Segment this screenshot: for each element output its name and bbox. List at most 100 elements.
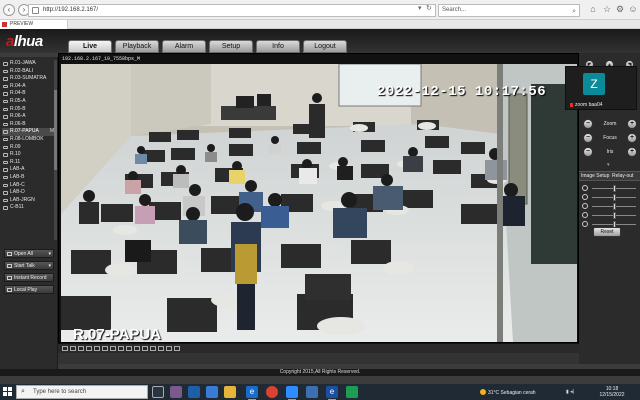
zoom-video-tile[interactable]: Z zoom baa04 [565, 66, 637, 110]
channel-item[interactable]: R.05-B [2, 106, 54, 114]
menu-tab-info[interactable]: Info [256, 40, 300, 53]
reset-button[interactable]: Reset [593, 227, 621, 237]
channel-item[interactable]: R.06-B [2, 121, 54, 129]
app-icon[interactable] [346, 386, 358, 398]
channel-item[interactable]: LAB-B [2, 174, 54, 182]
record-toggle-icon[interactable] [134, 346, 140, 351]
layout-36-icon[interactable] [118, 346, 124, 351]
channel-item[interactable]: R.11 [2, 159, 54, 167]
channel-item[interactable]: R.01-JAWA [2, 60, 54, 68]
settings-icon[interactable] [166, 346, 172, 351]
home-icon[interactable]: ⌂ [588, 4, 598, 14]
system-tray[interactable]: ▮ ◂) [566, 389, 574, 395]
channel-scrollbar[interactable] [54, 60, 57, 240]
channel-item[interactable]: R.02-BALI [2, 68, 54, 76]
task-view-icon[interactable] [152, 386, 164, 398]
layout-1-icon[interactable] [62, 346, 68, 351]
smiley-icon[interactable]: ☺ [628, 4, 638, 14]
collapse-icon[interactable]: ▾ [607, 162, 610, 168]
gear-icon[interactable]: ⚙ [615, 4, 625, 14]
file-explorer-icon[interactable] [224, 386, 236, 398]
edge-icon[interactable]: e [246, 386, 258, 400]
channel-item[interactable]: R.06-A [2, 113, 54, 121]
iris-open-button[interactable]: + [627, 147, 637, 157]
channel-item[interactable]: R.04-A [2, 83, 54, 91]
slider-knob[interactable] [612, 203, 616, 210]
close-all-icon[interactable] [174, 346, 180, 351]
channel-item[interactable]: LAB-C [2, 182, 54, 190]
tab-relay-out[interactable]: Relay-out [612, 172, 633, 181]
app-icon[interactable] [170, 386, 182, 398]
video-viewport[interactable]: 192.168.2.167_10_7558bps_M 2022-12-15 10… [58, 53, 579, 343]
layout-25-icon[interactable] [110, 346, 116, 351]
slider-knob[interactable] [612, 194, 616, 201]
channel-item[interactable]: R.05-A [2, 98, 54, 106]
zoom-in-button[interactable]: + [627, 119, 637, 129]
channel-item[interactable]: LAB-A [2, 166, 54, 174]
local-play-button[interactable]: Local Play [4, 285, 54, 294]
channel-item[interactable]: C-B11 [2, 204, 54, 212]
menu-tab-setup[interactable]: Setup [209, 40, 253, 53]
volume-icon[interactable]: ◂) [570, 389, 574, 395]
menu-tab-logout[interactable]: Logout [303, 40, 347, 53]
zoom-out-button[interactable]: − [583, 119, 593, 129]
stream-icon[interactable] [158, 346, 164, 351]
channel-item[interactable]: LAB-D [2, 189, 54, 197]
chevron-down-icon[interactable]: ▾ [48, 250, 51, 258]
app-icon[interactable] [188, 386, 200, 398]
scrollbar-thumb[interactable] [54, 90, 57, 170]
chrome-icon[interactable] [266, 386, 278, 398]
app-icon[interactable] [306, 386, 318, 398]
browser-search-input[interactable]: Search... ⌕ [438, 4, 580, 17]
menu-tab-live[interactable]: Live [68, 40, 112, 53]
chevron-down-icon[interactable]: ▾ [48, 262, 51, 270]
layout-4-icon[interactable] [70, 346, 76, 351]
layout-9-icon[interactable] [94, 346, 100, 351]
iris-close-button[interactable]: − [583, 147, 593, 157]
app-icon[interactable] [206, 386, 218, 398]
focus-in-button[interactable]: + [627, 133, 637, 143]
channel-item[interactable]: R.08-LOMBOK [2, 136, 54, 144]
menu-tab-playback[interactable]: Playback [115, 40, 159, 53]
snapshot-icon[interactable] [126, 346, 132, 351]
channel-item[interactable]: R.04-B [2, 90, 54, 98]
focus-out-button[interactable]: − [583, 133, 593, 143]
browser-tab-preview[interactable]: PREVIEW [0, 20, 68, 29]
image-slider[interactable] [582, 194, 638, 201]
channel-item[interactable]: R.10 [2, 151, 54, 159]
fullscreen-icon[interactable] [78, 346, 84, 351]
audio-icon[interactable] [142, 346, 148, 351]
start-talk-button[interactable]: Start Talk ▾ [4, 261, 54, 270]
channel-item[interactable]: R.09 [2, 144, 54, 152]
slider-knob[interactable] [612, 185, 616, 192]
channel-item[interactable]: R.07-PAPUA M [2, 128, 54, 136]
windows-start-icon[interactable] [3, 387, 13, 397]
image-slider[interactable] [582, 212, 638, 219]
camera-feed[interactable]: 2022-12-15 10:17:56 R.07-PAPUA [61, 64, 577, 342]
layout-16-icon[interactable] [102, 346, 108, 351]
layout-8-icon[interactable] [86, 346, 92, 351]
image-slider[interactable] [582, 185, 638, 192]
refresh-icon[interactable]: ↻ [426, 4, 432, 12]
image-slider[interactable] [582, 203, 638, 210]
back-icon[interactable]: ‹ [3, 3, 15, 16]
weather-widget[interactable]: 31°C Sebagian cerah [480, 389, 536, 396]
tab-image-setup[interactable]: Image Setup [581, 172, 609, 181]
zoom-app-icon[interactable] [286, 386, 298, 400]
instant-record-button[interactable]: Instant Record [4, 273, 54, 282]
star-icon[interactable]: ☆ [602, 4, 612, 14]
zoom-icon[interactable] [150, 346, 156, 351]
channel-item[interactable]: R.03-SUMATRA [2, 75, 54, 83]
open-all-button[interactable]: Open All ▾ [4, 249, 54, 258]
search-icon[interactable]: ⌕ [572, 6, 576, 17]
slider-knob[interactable] [612, 212, 616, 219]
internet-explorer-icon[interactable]: e [326, 386, 338, 400]
menu-tab-alarm[interactable]: Alarm [162, 40, 206, 53]
address-bar[interactable]: http://192.168.2.167/ [28, 4, 436, 17]
taskbar-search-input[interactable]: ⌕ Type here to search [16, 385, 148, 399]
dropdown-icon[interactable]: ▾ [418, 4, 422, 12]
channel-label: R.08-LOMBOK [10, 135, 44, 142]
network-icon[interactable]: ▮ [566, 389, 569, 395]
channel-item[interactable]: LAB-JRGN [2, 197, 54, 205]
taskbar-clock[interactable]: 10:18 12/15/2022 [596, 386, 628, 398]
